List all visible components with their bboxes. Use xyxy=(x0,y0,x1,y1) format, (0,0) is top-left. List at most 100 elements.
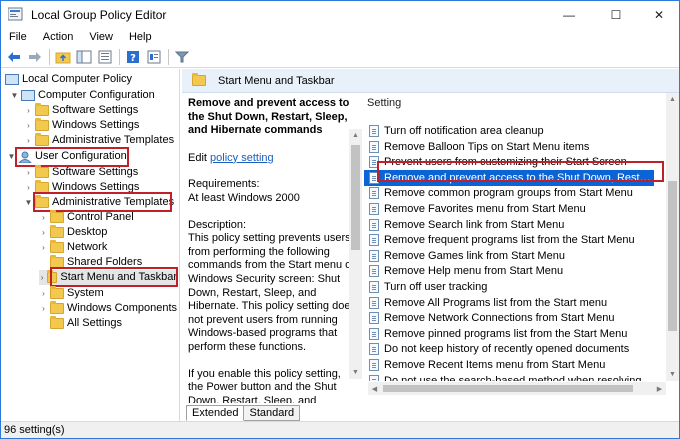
show-hide-tree-icon[interactable] xyxy=(75,49,93,65)
chevron-right-icon[interactable]: › xyxy=(39,210,48,225)
scroll-left-arrow-icon[interactable]: ◀ xyxy=(368,382,381,395)
setting-row[interactable]: Remove All Programs list from the Start … xyxy=(364,295,654,311)
chevron-right-icon[interactable]: › xyxy=(39,286,48,301)
tree-node-system[interactable]: › System xyxy=(39,286,104,301)
policy-setting-icon xyxy=(369,218,379,231)
chevron-right-icon[interactable]: › xyxy=(39,225,48,240)
chevron-right-icon[interactable]: › xyxy=(24,103,33,118)
setting-row[interactable]: Remove Network Connections from Start Me… xyxy=(364,310,654,326)
setting-row[interactable]: Turn off user tracking xyxy=(364,279,654,295)
setting-row[interactable]: Remove Balloon Tips on Start Menu items xyxy=(364,139,654,155)
tab-extended[interactable]: Extended xyxy=(186,405,245,421)
tree-node-network[interactable]: › Network xyxy=(39,240,107,255)
computer-icon xyxy=(21,90,35,101)
chevron-right-icon[interactable]: › xyxy=(39,301,48,316)
maximize-button[interactable]: ☐ xyxy=(596,1,636,28)
chevron-right-icon[interactable]: › xyxy=(39,270,45,285)
forward-arrow-icon[interactable] xyxy=(26,49,44,65)
chevron-right-icon[interactable]: › xyxy=(24,118,33,133)
setting-row[interactable]: Remove Favorites menu from Start Menu xyxy=(364,201,654,217)
properties-icon[interactable] xyxy=(145,49,163,65)
setting-row[interactable]: Remove common program groups from Start … xyxy=(364,185,654,201)
scroll-up-arrow-icon[interactable]: ▲ xyxy=(666,93,679,106)
policy-document-icon xyxy=(5,74,19,85)
scroll-right-arrow-icon[interactable]: ▶ xyxy=(653,382,666,395)
tree-node-cc-administrative-templates[interactable]: › Administrative Templates xyxy=(24,133,174,148)
back-arrow-icon[interactable] xyxy=(5,49,23,65)
highlight-box-start-menu-and-taskbar xyxy=(50,267,178,287)
scroll-down-arrow-icon[interactable]: ▼ xyxy=(349,366,362,379)
policy-setting-icon xyxy=(369,140,379,153)
up-folder-icon[interactable] xyxy=(54,49,72,65)
setting-row[interactable]: Remove Games link from Start Menu xyxy=(364,248,654,264)
help-icon[interactable]: ? xyxy=(124,49,142,65)
policy-setting-icon xyxy=(369,327,379,340)
chevron-right-icon[interactable]: › xyxy=(24,133,33,148)
edit-policy-line: Edit policy setting xyxy=(188,152,356,166)
setting-row[interactable]: Remove Help menu from Start Menu xyxy=(364,263,654,279)
policy-title: Remove and prevent access to the Shut Do… xyxy=(188,97,350,137)
policy-setting-icon xyxy=(369,343,379,356)
description-label: Description: xyxy=(188,218,247,231)
policy-setting-icon xyxy=(369,187,379,200)
tree-node-cc-software-settings[interactable]: › Software Settings xyxy=(24,103,138,118)
setting-row[interactable]: Remove frequent programs list from the S… xyxy=(364,232,654,248)
policy-setting-icon xyxy=(369,359,379,371)
tree-node-desktop[interactable]: › Desktop xyxy=(39,225,107,240)
tree-node-control-panel[interactable]: › Control Panel xyxy=(39,210,134,225)
setting-column-header[interactable]: Setting xyxy=(367,97,401,109)
setting-row[interactable]: Do not use the search-based method when … xyxy=(364,373,654,381)
chevron-down-icon[interactable]: ▼ xyxy=(10,88,19,103)
tree-node-cc-windows-settings[interactable]: › Windows Settings xyxy=(24,118,139,133)
setting-row[interactable]: Do not keep history of recently opened d… xyxy=(364,341,654,357)
settings-list-scrollbar[interactable]: ▲ ▼ xyxy=(666,93,679,381)
menu-action[interactable]: Action xyxy=(35,28,82,46)
settings-list-hscrollbar[interactable]: ◀ ▶ xyxy=(368,382,666,395)
policy-setting-icon xyxy=(369,234,379,247)
chevron-down-icon[interactable]: ▼ xyxy=(24,195,33,210)
toolbar: ? xyxy=(1,46,679,68)
edit-policy-setting-link[interactable]: policy setting xyxy=(210,152,274,164)
close-button[interactable]: ✕ xyxy=(639,1,679,28)
tree-node-all-settings[interactable]: All Settings xyxy=(39,316,122,331)
menu-file[interactable]: File xyxy=(1,28,35,46)
chevron-right-icon[interactable]: › xyxy=(24,165,33,180)
status-bar: 96 setting(s) xyxy=(1,421,679,438)
scroll-down-arrow-icon[interactable]: ▼ xyxy=(666,368,679,381)
filter-icon[interactable] xyxy=(173,49,191,65)
menu-view[interactable]: View xyxy=(81,28,121,46)
toolbar-separator xyxy=(49,48,50,65)
requirements-block: Requirements: At least Windows 2000 xyxy=(188,178,356,205)
scroll-up-arrow-icon[interactable]: ▲ xyxy=(349,129,362,142)
minimize-button[interactable]: — xyxy=(549,1,589,28)
tree-node-uc-software-settings[interactable]: › Software Settings xyxy=(24,165,138,180)
setting-row[interactable]: Remove Search link from Start Menu xyxy=(364,217,654,233)
tab-standard[interactable]: Standard xyxy=(244,405,301,421)
chevron-right-icon[interactable]: › xyxy=(24,180,33,195)
description-scrollbar-thumb[interactable] xyxy=(351,145,360,250)
highlight-box-administrative-templates xyxy=(33,192,172,212)
setting-row[interactable]: Remove Recent Items menu from Start Menu xyxy=(364,357,654,373)
tree-node-windows-components[interactable]: › Windows Components xyxy=(39,301,177,316)
settings-list-scrollbar-thumb[interactable] xyxy=(668,181,677,331)
policy-setting-icon xyxy=(369,312,379,325)
setting-row-label: Do not keep history of recently opened d… xyxy=(384,343,630,356)
policy-setting-icon xyxy=(369,374,379,381)
description-scrollbar[interactable]: ▲ ▼ xyxy=(349,129,362,379)
hscrollbar-thumb[interactable] xyxy=(383,385,633,392)
setting-row[interactable]: Turn off notification area cleanup xyxy=(364,123,654,139)
requirements-value: At least Windows 2000 xyxy=(188,191,300,204)
policy-setting-icon xyxy=(369,125,379,137)
tree-node-computer-configuration[interactable]: ▼ Computer Configuration xyxy=(10,88,155,103)
setting-row[interactable]: Remove pinned programs list from the Sta… xyxy=(364,326,654,342)
tree-node-local-computer-policy[interactable]: Local Computer Policy xyxy=(5,72,132,87)
setting-row-label: Remove pinned programs list from the Sta… xyxy=(384,327,628,340)
policy-description-panel: Remove and prevent access to the Shut Do… xyxy=(182,93,362,403)
export-list-icon[interactable] xyxy=(96,49,114,65)
setting-row-label: Remove Games link from Start Menu xyxy=(384,249,565,262)
folder-icon xyxy=(35,165,49,178)
menu-help[interactable]: Help xyxy=(121,28,160,46)
menu-bar: File Action View Help xyxy=(1,28,679,46)
chevron-right-icon[interactable]: › xyxy=(39,240,48,255)
setting-row-label: Remove Network Connections from Start Me… xyxy=(384,312,615,325)
